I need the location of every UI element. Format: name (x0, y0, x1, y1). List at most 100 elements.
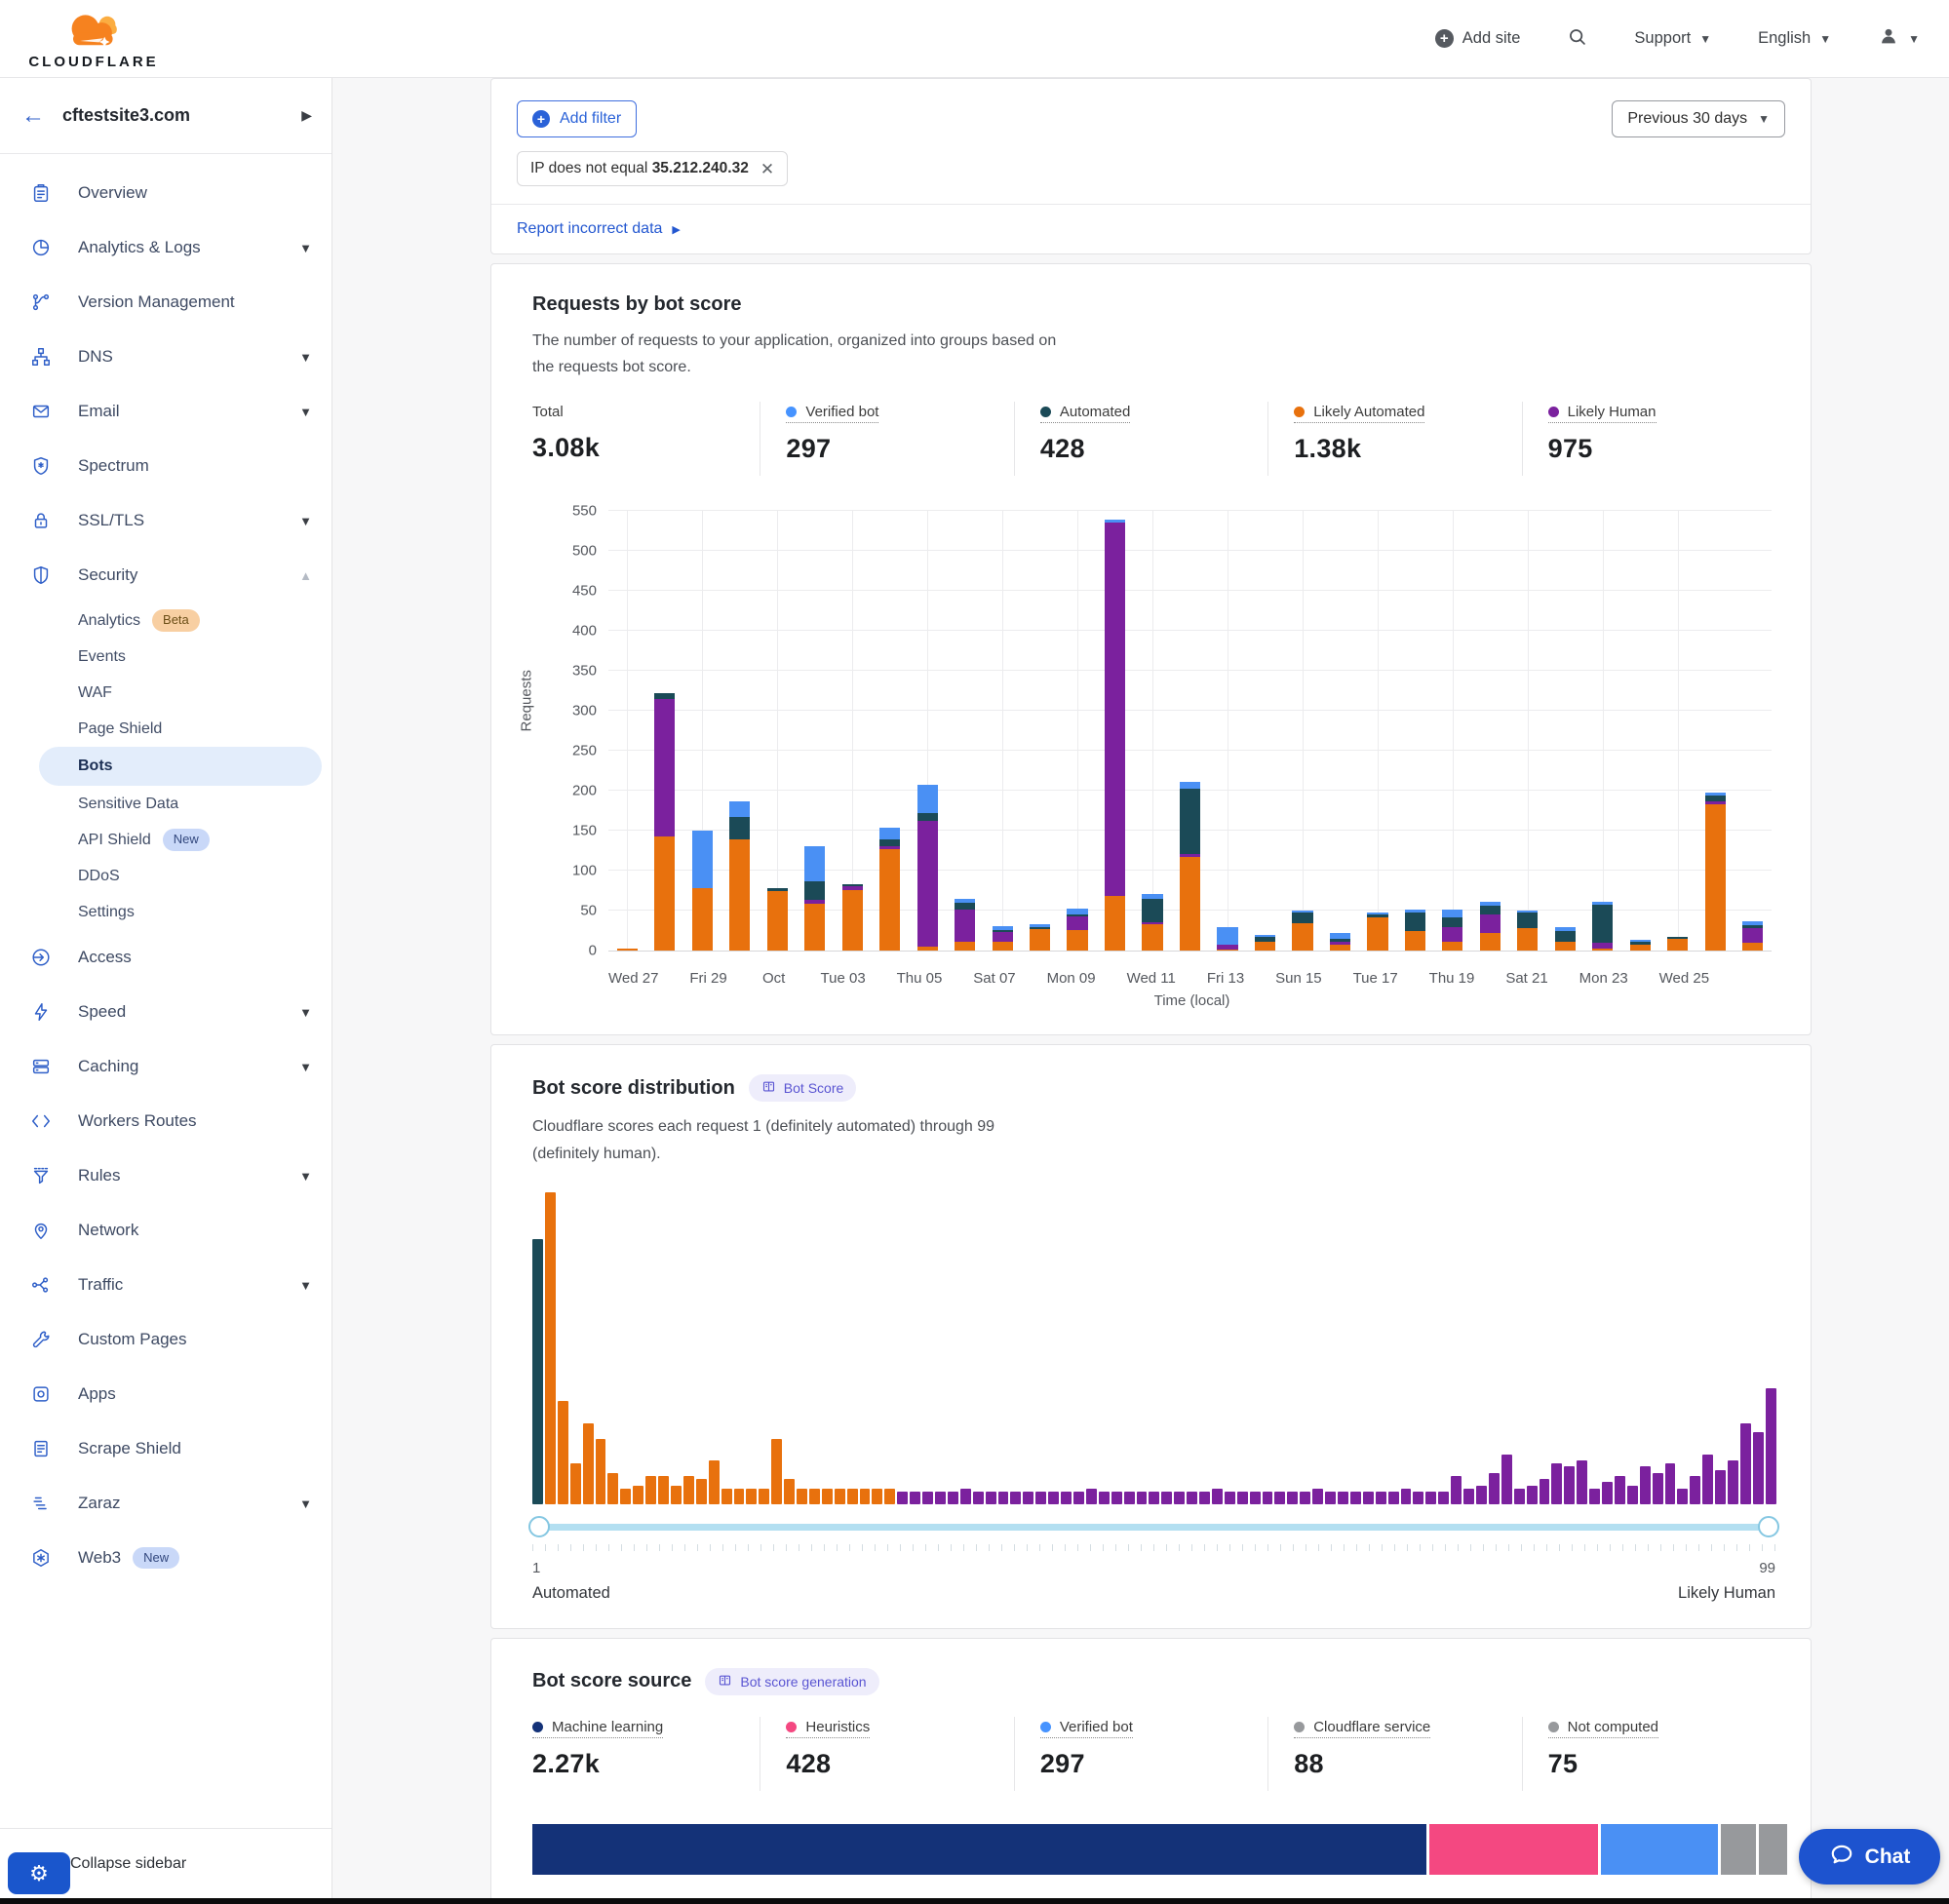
histogram-bar-score-27[interactable] (860, 1489, 871, 1504)
settings-fab[interactable]: ⚙ (8, 1852, 70, 1894)
histogram-bar-score-46[interactable] (1099, 1492, 1110, 1504)
sidebar-item-version-management[interactable]: Version Management (0, 275, 331, 330)
bar-segment-verified-bot[interactable] (879, 828, 900, 839)
histogram-bar-score-7[interactable] (607, 1473, 618, 1504)
bar-segment-automated[interactable] (1555, 931, 1576, 942)
bar-segment-likely-automated[interactable] (1105, 896, 1125, 952)
bar-segment-verified-bot[interactable] (1217, 927, 1237, 945)
histogram-bar-score-4[interactable] (570, 1463, 581, 1504)
histogram-bar-score-90[interactable] (1653, 1473, 1663, 1504)
histogram-bar-score-19[interactable] (759, 1489, 769, 1504)
bar-day-30[interactable] (1696, 511, 1734, 951)
stat-label[interactable]: Automated (1040, 404, 1131, 423)
bar-day-20[interactable] (1321, 511, 1358, 951)
histogram-bar-score-65[interactable] (1338, 1492, 1348, 1504)
histogram-bar-score-32[interactable] (922, 1492, 933, 1504)
bar-segment-likely-automated[interactable] (1367, 917, 1387, 951)
bar-segment-automated[interactable] (917, 813, 938, 820)
bar-segment-likely-human[interactable] (1067, 916, 1087, 930)
bar-segment-likely-automated[interactable] (1630, 945, 1651, 952)
bar-fri-13[interactable] (1209, 511, 1246, 951)
account-menu[interactable]: ▼ (1878, 25, 1920, 52)
bar-thu-05[interactable] (909, 511, 946, 951)
sidebar-item-waf[interactable]: WAF (0, 675, 331, 711)
histogram-bar-score-37[interactable] (986, 1492, 996, 1504)
bar-segment-likely-automated[interactable] (617, 949, 638, 951)
histogram-bar-score-79[interactable] (1514, 1489, 1525, 1504)
score-range-slider[interactable] (532, 1516, 1775, 1537)
sidebar-item-analytics[interactable]: AnalyticsBeta (0, 602, 331, 639)
bar-segment-likely-automated[interactable] (1067, 930, 1087, 951)
histogram-bar-score-8[interactable] (620, 1489, 631, 1504)
search-button[interactable] (1567, 26, 1587, 52)
bar-segment-likely-automated[interactable] (879, 849, 900, 951)
sidebar-item-web3[interactable]: Web3New (0, 1531, 331, 1585)
histogram-bar-score-71[interactable] (1413, 1492, 1423, 1504)
bot-score-histogram[interactable] (532, 1192, 1775, 1504)
histogram-bar-score-93[interactable] (1690, 1476, 1700, 1504)
bar-segment-likely-automated[interactable] (1217, 950, 1237, 952)
bar-day-10[interactable] (946, 511, 983, 951)
bar-mon-09[interactable] (1059, 511, 1096, 951)
sidebar-item-workers-routes[interactable]: Workers Routes (0, 1094, 331, 1148)
stat-label[interactable]: Cloudflare service (1294, 1719, 1430, 1738)
histogram-bar-score-88[interactable] (1627, 1486, 1638, 1504)
histogram-bar-score-77[interactable] (1489, 1473, 1500, 1504)
bar-segment-likely-automated[interactable] (917, 947, 938, 951)
sidebar-item-zaraz[interactable]: Zaraz▼ (0, 1476, 331, 1531)
histogram-bar-score-22[interactable] (797, 1489, 807, 1504)
bar-segment-likely-automated[interactable] (1330, 945, 1350, 952)
histogram-bar-score-30[interactable] (897, 1492, 908, 1504)
bar-day-2[interactable] (645, 511, 682, 951)
slider-track[interactable] (534, 1524, 1774, 1531)
histogram-bar-score-82[interactable] (1551, 1463, 1562, 1504)
stat-label[interactable]: Verified bot (786, 404, 878, 423)
bar-day-4[interactable] (721, 511, 758, 951)
histogram-bar-score-49[interactable] (1137, 1492, 1148, 1504)
stat-label[interactable]: Heuristics (786, 1719, 870, 1738)
histogram-bar-score-58[interactable] (1250, 1492, 1261, 1504)
histogram-bar-score-15[interactable] (709, 1460, 720, 1504)
sidebar-item-overview[interactable]: Overview (0, 166, 331, 220)
histogram-bar-score-57[interactable] (1237, 1492, 1248, 1504)
sidebar-item-caching[interactable]: Caching▼ (0, 1039, 331, 1094)
histogram-bar-score-2[interactable] (545, 1192, 556, 1504)
histogram-bar-score-35[interactable] (960, 1489, 971, 1504)
histogram-bar-score-68[interactable] (1376, 1492, 1386, 1504)
bar-day-26[interactable] (1546, 511, 1583, 951)
histogram-bar-score-16[interactable] (721, 1489, 732, 1504)
bar-segment-likely-automated[interactable] (1255, 942, 1275, 952)
sidebar-item-scrape-shield[interactable]: Scrape Shield (0, 1421, 331, 1476)
bar-oct[interactable] (759, 511, 796, 951)
stat-label[interactable]: Machine learning (532, 1719, 663, 1738)
bar-segment-verified-bot[interactable] (729, 801, 750, 817)
bot-score-generation-badge[interactable]: Bot score generation (705, 1668, 878, 1695)
bar-wed-27[interactable] (608, 511, 645, 951)
sidebar-item-security[interactable]: Security▲ (0, 548, 331, 602)
histogram-bar-score-38[interactable] (998, 1492, 1009, 1504)
cloudflare-logo[interactable]: CLOUDFLARE (25, 7, 162, 70)
source-segment-machine-learning[interactable] (532, 1824, 1426, 1875)
source-segment-not-computed[interactable] (1759, 1824, 1787, 1875)
histogram-bar-score-23[interactable] (809, 1489, 820, 1504)
bar-segment-likely-human[interactable] (654, 699, 675, 836)
histogram-bar-score-99[interactable] (1766, 1388, 1776, 1503)
histogram-bar-score-62[interactable] (1300, 1492, 1310, 1504)
histogram-bar-score-14[interactable] (696, 1479, 707, 1504)
sidebar-item-rules[interactable]: Rules▼ (0, 1148, 331, 1203)
histogram-bar-score-98[interactable] (1753, 1432, 1764, 1504)
bar-fri-29[interactable] (683, 511, 721, 951)
histogram-bar-score-25[interactable] (835, 1489, 845, 1504)
histogram-bar-score-95[interactable] (1715, 1470, 1726, 1504)
sidebar-item-api-shield[interactable]: API ShieldNew (0, 822, 331, 858)
bar-segment-likely-automated[interactable] (1592, 949, 1613, 951)
histogram-bar-score-1[interactable] (532, 1239, 543, 1504)
bar-segment-likely-automated[interactable] (1480, 933, 1501, 951)
sidebar-item-analytics-logs[interactable]: Analytics & Logs▼ (0, 220, 331, 275)
histogram-bar-score-26[interactable] (847, 1489, 858, 1504)
bar-segment-automated[interactable] (1592, 905, 1613, 943)
date-range-select[interactable]: Previous 30 days ▼ (1612, 100, 1785, 137)
bar-segment-verified-bot[interactable] (917, 785, 938, 814)
histogram-bar-score-20[interactable] (771, 1439, 782, 1504)
add-site-button[interactable]: + Add site (1435, 29, 1521, 48)
